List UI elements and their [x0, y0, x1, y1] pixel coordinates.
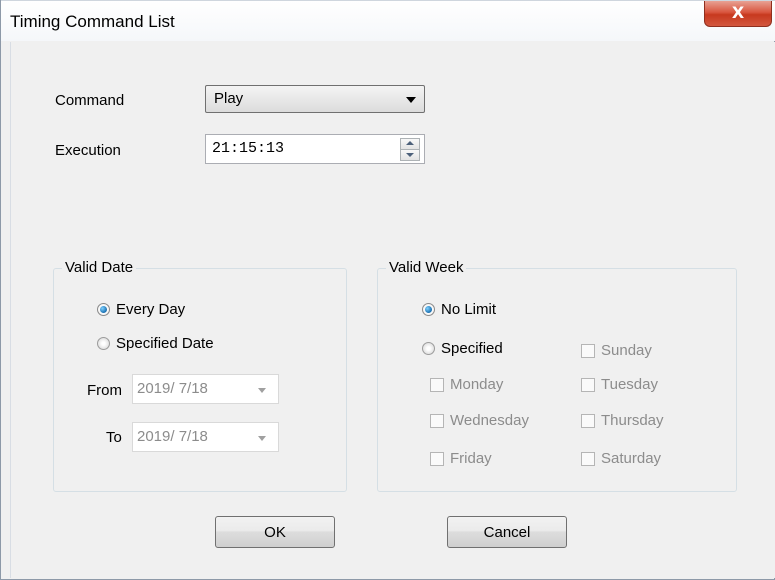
ok-button[interactable]: OK — [215, 516, 335, 548]
close-icon: X — [731, 3, 745, 22]
wednesday-label: Wednesday — [450, 412, 529, 429]
sunday-checkbox[interactable]: Sunday — [581, 342, 652, 359]
saturday-checkbox[interactable]: Saturday — [581, 450, 661, 467]
from-label: From — [87, 382, 122, 399]
checkbox-icon — [430, 377, 444, 392]
title-bar[interactable]: Timing Command List X — [1, 0, 775, 41]
execution-time-input[interactable]: 21:15:13 — [205, 134, 425, 164]
chevron-down-icon — [406, 97, 416, 103]
every-day-label: Every Day — [116, 301, 186, 318]
to-label: To — [106, 429, 122, 446]
checkbox-icon — [430, 413, 444, 428]
spin-down-icon[interactable] — [400, 149, 420, 161]
monday-label: Monday — [450, 376, 504, 393]
close-button[interactable]: X — [704, 1, 772, 27]
valid-week-title: Valid Week — [386, 259, 467, 276]
friday-checkbox[interactable]: Friday — [430, 450, 492, 467]
execution-label: Execution — [55, 142, 121, 159]
to-date-picker[interactable]: 2019/ 7/18 — [132, 422, 279, 452]
command-label: Command — [55, 92, 125, 109]
from-date-value: 2019/ 7/18 — [137, 380, 208, 397]
radio-unselected-icon — [97, 337, 110, 350]
thursday-checkbox[interactable]: Thursday — [581, 412, 664, 429]
monday-checkbox[interactable]: Monday — [430, 376, 503, 393]
every-day-radio[interactable]: Every Day — [97, 301, 185, 318]
window-title: Timing Command List — [10, 12, 175, 31]
checkbox-icon — [581, 451, 595, 466]
radio-unselected-icon — [422, 342, 435, 355]
specified-date-label: Specified Date — [116, 335, 214, 352]
dialog-body: Command Play Execution 21:15:13 Valid Da… — [10, 42, 775, 578]
command-dropdown[interactable]: Play — [205, 85, 425, 113]
valid-date-group: Valid Date Every Day Specified Date From… — [53, 259, 347, 492]
chevron-down-icon — [258, 436, 266, 441]
no-limit-label: No Limit — [441, 301, 497, 318]
specified-week-radio[interactable]: Specified — [422, 340, 503, 357]
valid-week-group: Valid Week No Limit Specified Sunday Mon… — [377, 259, 737, 492]
sunday-label: Sunday — [601, 342, 652, 359]
no-limit-radio[interactable]: No Limit — [422, 301, 496, 318]
saturday-label: Saturday — [601, 450, 662, 467]
valid-date-title: Valid Date — [62, 259, 137, 276]
friday-label: Friday — [450, 450, 492, 467]
wednesday-checkbox[interactable]: Wednesday — [430, 412, 529, 429]
from-date-picker[interactable]: 2019/ 7/18 — [132, 374, 279, 404]
cancel-button[interactable]: Cancel — [447, 516, 567, 548]
chevron-down-icon — [258, 388, 266, 393]
tuesday-label: Tuesday — [601, 376, 658, 393]
checkbox-icon — [581, 377, 595, 392]
tuesday-checkbox[interactable]: Tuesday — [581, 376, 658, 393]
timing-command-dialog: Timing Command List X Command Play Execu… — [0, 0, 775, 580]
checkbox-icon — [430, 451, 444, 466]
checkbox-icon — [581, 413, 595, 428]
checkbox-icon — [581, 343, 595, 358]
time-spinner[interactable] — [400, 138, 420, 161]
thursday-label: Thursday — [601, 412, 664, 429]
specified-date-radio[interactable]: Specified Date — [97, 335, 214, 352]
to-date-value: 2019/ 7/18 — [137, 428, 208, 445]
execution-time-value: 21:15:13 — [212, 140, 285, 157]
radio-selected-icon — [422, 303, 435, 316]
specified-week-label: Specified — [441, 340, 503, 357]
command-value: Play — [214, 90, 244, 107]
radio-selected-icon — [97, 303, 110, 316]
